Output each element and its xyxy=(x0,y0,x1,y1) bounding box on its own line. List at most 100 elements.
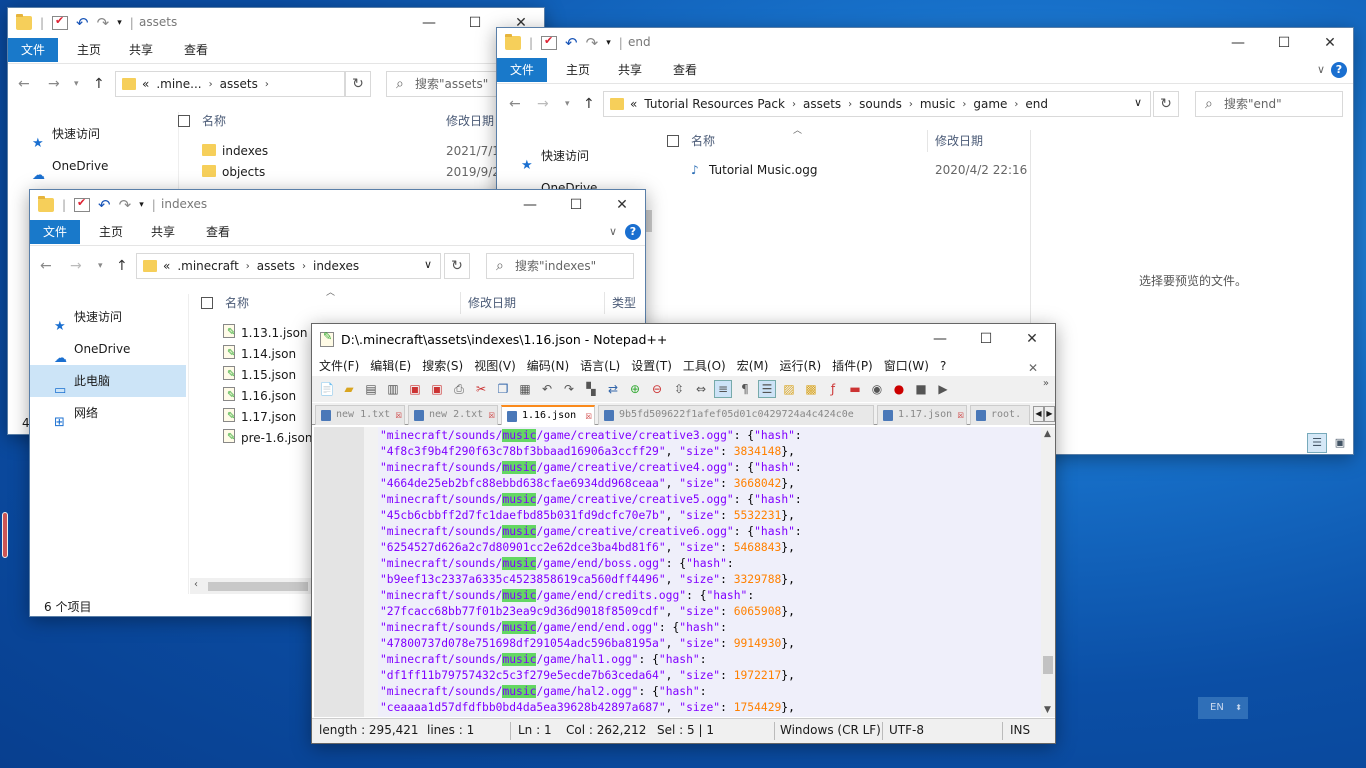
address-dropdown[interactable]: ∨ xyxy=(424,258,432,271)
menu-plugins[interactable]: 插件(P) xyxy=(832,356,873,376)
nav-onedrive[interactable]: ☁OneDrive xyxy=(8,150,168,183)
column-type[interactable]: 类型 xyxy=(612,291,636,315)
column-date[interactable]: 修改日期 xyxy=(446,109,494,133)
udl-icon[interactable]: ▨ xyxy=(780,380,798,398)
undo-icon[interactable]: ↶ xyxy=(565,36,578,51)
forward-button[interactable]: → xyxy=(537,96,549,112)
list-item[interactable]: indexes xyxy=(202,141,268,162)
menu-file[interactable]: 文件(F) xyxy=(319,356,359,376)
help-icon[interactable]: ? xyxy=(625,224,641,240)
nav-this-pc[interactable]: ▭ 此电脑 xyxy=(30,365,186,398)
nav-quick-access[interactable]: ★ 快速访问 xyxy=(30,301,186,334)
redo-icon[interactable]: ↷ xyxy=(560,380,578,398)
minimize-button[interactable]: — xyxy=(1215,28,1261,58)
recent-dropdown[interactable]: ▾ xyxy=(74,79,79,89)
close-button[interactable]: ✕ xyxy=(1009,324,1055,354)
close-all-icon[interactable]: ▣ xyxy=(428,380,446,398)
horizontal-scrollbar[interactable]: ‹ xyxy=(190,578,330,594)
tab-scroll-right[interactable]: ▶ xyxy=(1044,406,1055,422)
recent-dropdown[interactable]: ▾ xyxy=(565,99,570,109)
tab-scroll-left[interactable]: ◀ xyxy=(1033,406,1044,422)
maximize-button[interactable]: ☐ xyxy=(553,190,599,220)
list-item[interactable]: pre-1.6.json xyxy=(223,427,312,449)
play-macro-icon[interactable]: ▶ xyxy=(934,380,952,398)
list-item[interactable]: ♪ Tutorial Music.ogg xyxy=(691,160,817,181)
list-item[interactable]: 1.13.1.json xyxy=(223,322,308,344)
column-date[interactable]: 修改日期 xyxy=(468,291,516,315)
help-icon[interactable]: ? xyxy=(1331,62,1347,78)
cut-icon[interactable]: ✂ xyxy=(472,380,490,398)
minimize-button[interactable]: — xyxy=(917,324,963,354)
menu-encoding[interactable]: 编码(N) xyxy=(527,356,569,376)
details-view-button[interactable]: ☰ xyxy=(1307,433,1327,453)
monitoring-icon[interactable]: ◉ xyxy=(868,380,886,398)
tab-root[interactable]: root. xyxy=(970,405,1030,425)
up-button[interactable]: ↑ xyxy=(116,258,128,274)
customize-qa-icon[interactable]: ▾ xyxy=(117,18,122,28)
menu-help[interactable]: ? xyxy=(940,356,946,376)
new-file-icon[interactable]: 📄 xyxy=(318,380,336,398)
tab-home[interactable]: 主页 xyxy=(86,220,136,244)
breadcrumb-item[interactable]: assets xyxy=(803,97,841,111)
sync-vertical-icon[interactable]: ⇳ xyxy=(670,380,688,398)
column-name[interactable]: 名称 xyxy=(667,129,715,153)
search-input[interactable]: 搜索"end" xyxy=(1195,91,1343,117)
menu-tools[interactable]: 工具(O) xyxy=(683,356,726,376)
breadcrumb-item[interactable]: end xyxy=(1025,97,1048,111)
tab-1-17-json[interactable]: 1.17.json ☒ xyxy=(877,405,967,425)
tab-close-icon[interactable]: ☒ xyxy=(957,406,964,424)
search-input[interactable]: 搜索"indexes" xyxy=(486,253,634,279)
menu-language[interactable]: 语言(L) xyxy=(580,356,620,376)
tab-view[interactable]: 查看 xyxy=(193,220,243,244)
up-button[interactable]: ↑ xyxy=(93,76,105,92)
find-icon[interactable]: ▚ xyxy=(582,380,600,398)
maximize-button[interactable]: ☐ xyxy=(963,324,1009,354)
back-button[interactable]: ← xyxy=(40,258,52,274)
tab-close-icon[interactable]: ☒ xyxy=(395,406,402,424)
menu-window[interactable]: 窗口(W) xyxy=(884,356,929,376)
list-item[interactable]: 1.16.json xyxy=(223,385,296,407)
menu-search[interactable]: 搜索(S) xyxy=(422,356,463,376)
tab-file[interactable]: 文件 xyxy=(8,38,59,62)
breadcrumb-item[interactable]: indexes xyxy=(313,259,359,273)
list-item[interactable]: 1.14.json xyxy=(223,343,296,365)
zoom-out-icon[interactable]: ⊖ xyxy=(648,380,666,398)
title-bar[interactable]: | ↶ ↷ ▾ | assets — ☐ ✕ xyxy=(8,8,544,38)
forward-button[interactable]: → xyxy=(48,76,60,92)
undo-icon[interactable]: ↶ xyxy=(98,198,111,213)
tab-close-icon[interactable]: ☒ xyxy=(585,407,592,425)
tab-view[interactable]: 查看 xyxy=(660,58,710,82)
breadcrumb-item[interactable]: sounds xyxy=(859,97,902,111)
expand-ribbon-icon[interactable]: ∨ xyxy=(1317,63,1325,76)
redo-icon[interactable]: ↷ xyxy=(97,16,110,31)
maximize-button[interactable]: ☐ xyxy=(1261,28,1307,58)
tab-new-1[interactable]: new 1.txt ☒ xyxy=(315,405,405,425)
tab-new-2[interactable]: new 2.txt ☒ xyxy=(408,405,498,425)
back-button[interactable]: ← xyxy=(509,96,521,112)
close-button[interactable]: ✕ xyxy=(1307,28,1353,58)
doc-map-icon[interactable]: ▩ xyxy=(802,380,820,398)
customize-qa-icon[interactable]: ▾ xyxy=(606,38,611,48)
column-name[interactable]: 名称 xyxy=(178,109,226,133)
vertical-scrollbar[interactable]: ▲ ▼ xyxy=(1041,427,1055,717)
undo-icon[interactable]: ↶ xyxy=(76,16,89,31)
redo-icon[interactable]: ↷ xyxy=(586,36,599,51)
title-bar[interactable]: | ↶ ↷ ▾ | end — ☐ ✕ xyxy=(497,28,1353,58)
forward-button[interactable]: → xyxy=(70,258,82,274)
breadcrumb-item[interactable]: .mine... xyxy=(156,77,201,91)
breadcrumb-item[interactable]: assets xyxy=(257,259,295,273)
expand-ribbon-icon[interactable]: ∨ xyxy=(609,225,617,238)
word-wrap-icon[interactable]: ≡ xyxy=(714,380,732,398)
address-bar[interactable]: « .minecraft › assets › indexes ∨ xyxy=(136,253,441,279)
tab-view[interactable]: 查看 xyxy=(171,38,221,62)
nav-quick-access[interactable]: ★ 快速访问 xyxy=(497,140,657,173)
properties-icon[interactable] xyxy=(541,34,558,50)
breadcrumb-item[interactable]: assets xyxy=(220,77,258,91)
open-file-icon[interactable]: ▰ xyxy=(340,380,358,398)
tab-file[interactable]: 文件 xyxy=(497,58,548,82)
indent-guide-icon[interactable]: ☰ xyxy=(758,380,776,398)
tab-home[interactable]: 主页 xyxy=(64,38,114,62)
list-item[interactable]: 1.17.json xyxy=(223,406,296,428)
address-bar[interactable]: « Tutorial Resources Pack › assets › sound… xyxy=(603,91,1151,117)
tab-home[interactable]: 主页 xyxy=(553,58,603,82)
